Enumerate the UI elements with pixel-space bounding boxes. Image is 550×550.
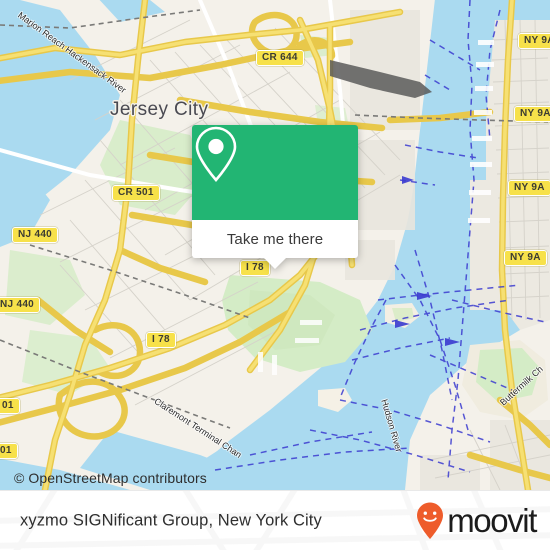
footer-bar: xyzmo SIGNificant Group, New York City m… [0, 490, 550, 550]
road-shield-nj440-b: NJ 440 [0, 297, 41, 313]
map-canvas[interactable]: CR 644 CR 501 NJ 440 NJ 440 I 78 I 78 01… [0, 0, 550, 490]
callout-pointer [264, 258, 286, 269]
road-shield-ny9a-a: NY 9A [518, 33, 550, 49]
city-label-jersey-city: Jersey City [110, 99, 209, 120]
road-shield-cr644: CR 644 [256, 50, 304, 66]
take-me-there-label: Take me there [226, 230, 324, 248]
callout-cta-area[interactable]: Take me there [192, 220, 358, 258]
road-shield-ny9a-b: NY 9A [514, 106, 550, 122]
road-shield-ny9a-c: NY 9A [508, 180, 550, 196]
road-shield-i78-a: I 78 [146, 332, 176, 348]
road-shield-edge-cut: 01 [0, 443, 18, 459]
map-pin-icon [195, 126, 237, 182]
callout-icon-area [192, 125, 358, 220]
moovit-brand[interactable]: moovit [415, 501, 537, 541]
road-shield-ny9a-d: NY 9A [504, 250, 547, 266]
road-shield-nj440-a: NJ 440 [12, 227, 59, 243]
moovit-map-screenshot: CR 644 CR 501 NJ 440 NJ 440 I 78 I 78 01… [0, 0, 550, 550]
moovit-wordmark: moovit [447, 502, 537, 539]
road-shield-cr501: CR 501 [112, 185, 160, 201]
destination-callout-card[interactable]: Take me there [192, 125, 358, 269]
location-title: xyzmo SIGNificant Group, New York City [20, 511, 322, 529]
osm-attribution[interactable]: © OpenStreetMap contributors [14, 470, 207, 486]
road-shield-cr501-cut: 01 [0, 398, 20, 414]
moovit-pin-icon [417, 502, 444, 539]
